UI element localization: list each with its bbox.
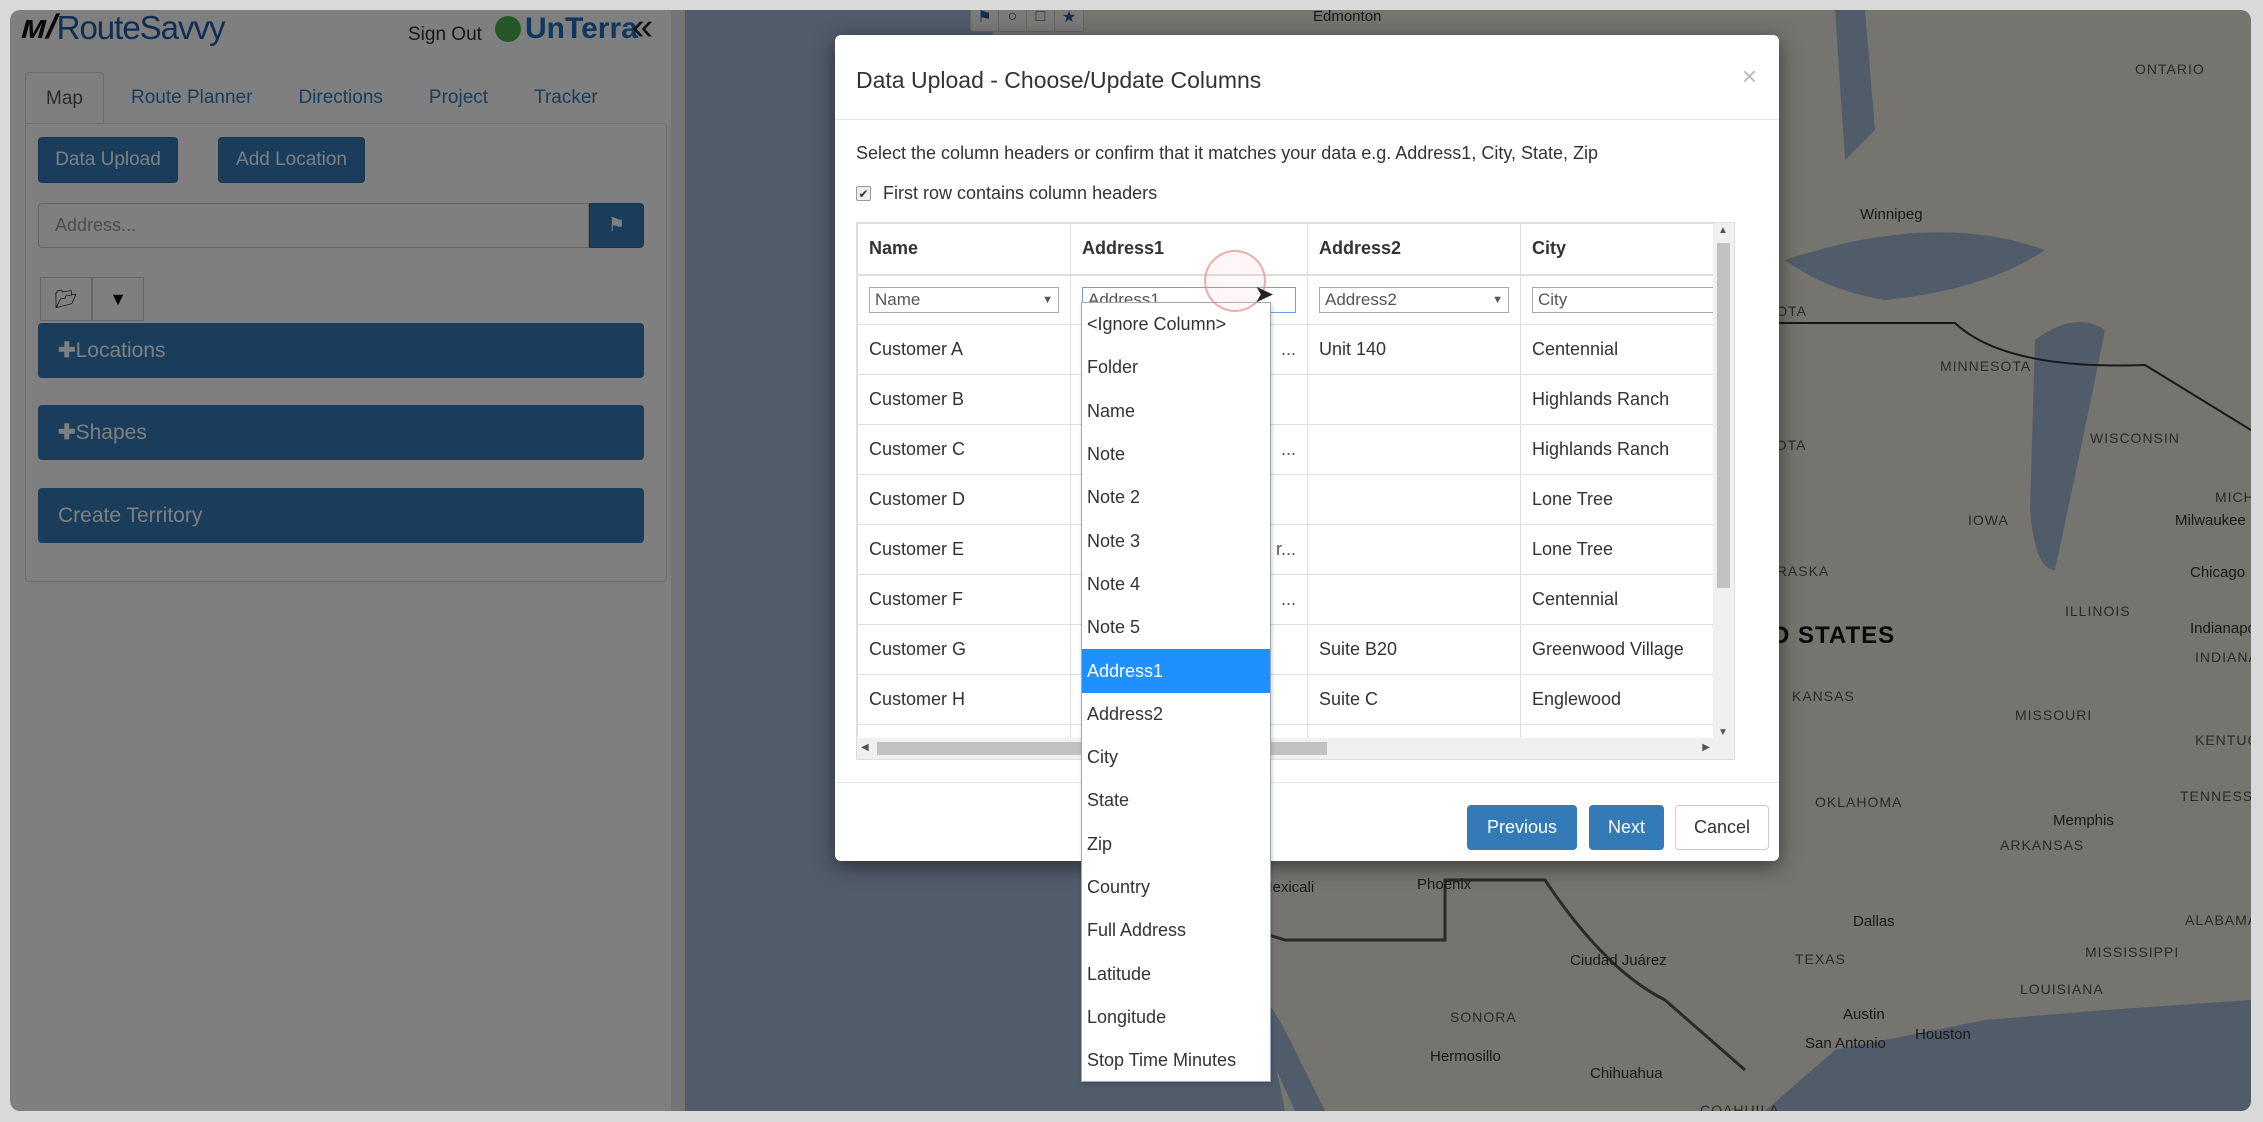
cell-city: Englewood [1520,674,1718,725]
column-header: Name [857,223,1071,276]
scrollbar-thumb[interactable] [1717,243,1730,588]
select-value: Name [875,289,921,309]
dropdown-option[interactable]: Note 5 [1082,606,1270,649]
column-header: City [1520,223,1718,276]
column-header: Address1 [1070,223,1308,276]
close-icon[interactable]: × [1742,61,1757,92]
dropdown-option[interactable]: Name [1082,390,1270,433]
cell-name: Customer E [857,524,1071,575]
table-row: Customer D Lone Tree [857,474,1718,525]
cell-name: Customer F [857,574,1071,625]
cell-city: Lone Tree [1520,474,1718,525]
cell-address2: Suite B20 [1307,624,1521,675]
dropdown-option[interactable]: Country [1082,866,1270,909]
column-header: Address2 [1307,223,1521,276]
footer-divider [835,782,1779,783]
column-mapping-table: Name Address1 Address2 City Name ▼ Addres… [856,222,1735,760]
cell-address2: Suite C [1307,674,1521,725]
first-row-headers-row: ✔ First row contains column headers [856,183,1157,204]
table-row: Customer E r... Lone Tree [857,524,1718,575]
instructions-text: Select the column headers or confirm tha… [856,143,1599,163]
first-row-headers-label: First row contains column headers [883,183,1158,203]
cell-address2 [1307,424,1521,475]
column-select-address2[interactable]: Address2 ▼ [1319,286,1509,313]
dropdown-option[interactable]: Latitude [1082,952,1270,995]
cell-city: Highlands Ranch [1520,424,1718,475]
cell-city: Centennial [1520,574,1718,625]
truncated-text: ... [1280,589,1296,609]
header-divider [835,119,1779,120]
dropdown-option[interactable]: Longitude [1082,996,1270,1039]
dropdown-option[interactable]: Note 4 [1082,563,1270,606]
column-select-name[interactable]: Name ▼ [869,286,1059,313]
caret-down-icon: ▼ [1042,293,1053,306]
dropdown-option[interactable]: Address1 [1082,649,1270,693]
cell-address2 [1307,474,1521,525]
dropdown-option[interactable]: Note [1082,433,1270,476]
mouse-cursor-icon: ➤ [1254,281,1275,308]
dropdown-option[interactable]: State [1082,779,1270,822]
cell-name: Customer D [857,474,1071,525]
dropdown-option[interactable]: Folder [1082,346,1270,389]
previous-button[interactable]: Previous [1467,805,1577,850]
column-type-dropdown: <Ignore Column> Folder Name Note Note 2 Note … [1081,302,1271,1082]
select-value: Address2 [1325,289,1397,309]
truncated-text: ... [1280,439,1296,459]
table-row: Customer A... Unit 140 Centennial [857,324,1718,375]
cell-name: Customer G [857,624,1071,675]
modal-title: Data Upload - Choose/Update Columns [856,67,1262,93]
cell-name: Customer A [857,324,1071,375]
table-row: Customer B Highlands Ranch [857,374,1718,425]
caret-down-icon: ▼ [1492,293,1503,306]
horizontal-scrollbar[interactable]: ◀ ▶ [857,738,1734,759]
cell-address2: Unit 140 [1307,324,1521,375]
dropdown-option[interactable]: Note 2 [1082,476,1270,519]
truncated-text: r... [1275,539,1296,559]
cell-city: Greenwood Village [1520,624,1718,675]
cell-city: Highlands Ranch [1520,374,1718,425]
cell-name: Customer B [857,374,1071,425]
vertical-scrollbar[interactable]: ▲ ▼ [1713,223,1734,740]
dropdown-option[interactable]: City [1082,736,1270,779]
app-window: ᴍ/RouteSavvy Sign Out UnTerra « Map Rout… [10,10,2251,1111]
truncated-text: ... [1280,339,1296,359]
select-value: City [1538,289,1568,309]
dropdown-option[interactable]: Stop Time Minutes [1082,1039,1270,1082]
cancel-button[interactable]: Cancel [1675,805,1769,850]
dropdown-option[interactable]: Zip [1082,823,1270,866]
dropdown-option[interactable]: Note 3 [1082,519,1270,562]
next-button[interactable]: Next [1589,805,1664,850]
table-row: Customer C... Highlands Ranch [857,424,1718,475]
cell-address2 [1307,524,1521,575]
cell-address2 [1307,374,1521,425]
dropdown-option[interactable]: Full Address [1082,909,1270,952]
table-row: Customer F... Centennial [857,574,1718,625]
cell-name: Customer C [857,424,1071,475]
column-select-city[interactable]: City [1532,286,1717,313]
cell-city: Lone Tree [1520,524,1718,575]
dropdown-option[interactable]: Address2 [1082,693,1270,736]
cell-address2 [1307,574,1521,625]
table-row: Customer G Suite B20 Greenwood Village [857,624,1718,675]
first-row-headers-checkbox[interactable]: ✔ [856,186,871,201]
table-header-row: Name Address1 Address2 City [857,223,1718,276]
data-upload-modal: Data Upload - Choose/Update Columns × Se… [835,35,1779,861]
table-row: Customer H Suite C Englewood [857,674,1718,725]
mapping-select-row: Name ▼ Address1 Address2 ▼ City [857,274,1718,325]
cell-city: Centennial [1520,324,1718,375]
cell-name: Customer H [857,674,1071,725]
